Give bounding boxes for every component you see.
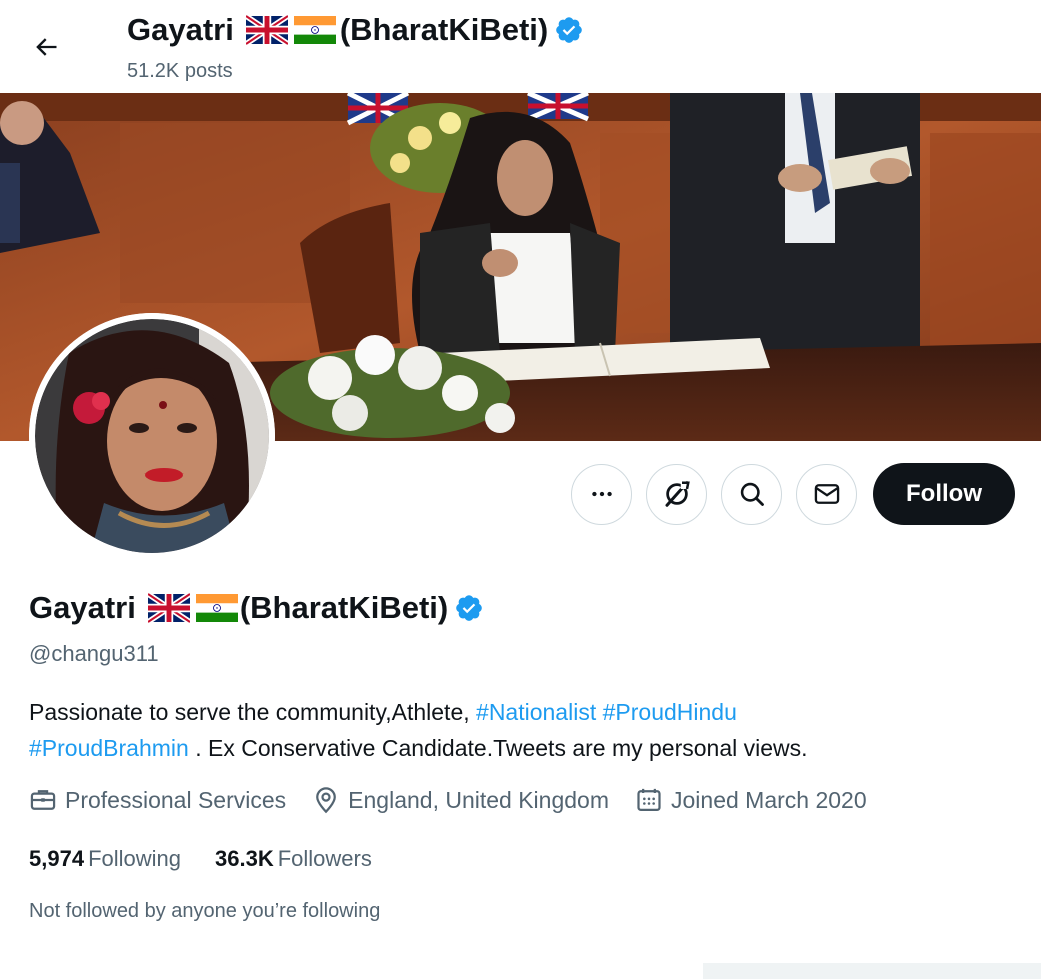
following-link[interactable]: 5,974 Following [29,846,181,872]
followers-count: 36.3K [215,846,274,871]
profile-actions: Follow [571,463,1015,525]
india-flag-icon [195,594,238,622]
followers-label: Followers [277,846,372,871]
search-profile-button[interactable] [721,463,782,525]
flag-icons [147,593,238,623]
header-suffix: (BharatKiBeti) [339,12,549,47]
bio-text: . Ex Conservative Candidate.Tweets are m… [188,735,808,761]
india-flag-icon [293,16,336,44]
briefcase-icon [30,790,56,810]
verified-badge-icon[interactable] [454,593,484,623]
profile-location: England, United Kingdom [312,786,609,814]
joined-text: Joined March 2020 [671,786,867,813]
bio-text: Passionate to serve the community,Athlet… [29,699,477,725]
mutual-followers-note: Not followed by anyone you’re following [29,900,381,922]
verified-badge-icon[interactable] [554,15,584,45]
following-count: 5,974 [29,846,85,871]
profile-bio: Passionate to serve the community,Athlet… [29,694,1019,766]
uk-flag-icon [147,593,190,623]
grok-icon [665,481,690,507]
back-button[interactable] [26,27,66,67]
arrow-left-icon [36,38,57,56]
location-text: England, United Kingdom [348,786,609,813]
profile-handle: @changu311 [29,641,159,666]
avatar-image [29,313,275,559]
hashtag-link[interactable]: #ProudBrahmin [29,735,189,761]
hashtag-link[interactable]: #ProudHindu [603,699,737,725]
header-title: Gayatri (BharatKiBeti) [127,12,584,48]
following-label: Following [88,846,181,871]
uk-flag-icon [245,15,288,45]
profile-name: Gayatri (BharatKiBeti) [29,590,484,626]
profile-meta: Professional Services England, United Ki… [29,786,893,814]
mail-icon [814,484,839,504]
category-text: Professional Services [65,786,287,813]
post-count: 51.2K posts [127,60,233,82]
follow-button[interactable]: Follow [873,463,1015,525]
grok-button[interactable] [646,463,707,525]
profile-name-suffix: (BharatKiBeti) [239,590,449,625]
flag-icons [245,15,336,45]
profile-joined: Joined March 2020 [635,786,867,814]
profile-category: Professional Services [29,786,286,814]
header-name: Gayatri [127,12,234,47]
search-icon [740,482,764,506]
followers-link[interactable]: 36.3K Followers [215,846,372,872]
profile-name-text: Gayatri [29,590,136,625]
calendar-icon [637,788,661,812]
profile-stats: 5,974 Following 36.3K Followers [29,846,406,872]
hashtag-link[interactable]: #Nationalist [476,699,596,725]
bottom-panel-edge [703,963,1041,979]
message-button[interactable] [796,463,857,525]
profile-avatar[interactable] [29,313,275,559]
top-bar: Gayatri (BharatKiBeti) 51.2K posts [0,0,1041,93]
more-icon [591,491,612,497]
location-pin-icon [316,787,337,814]
more-button[interactable] [571,463,632,525]
